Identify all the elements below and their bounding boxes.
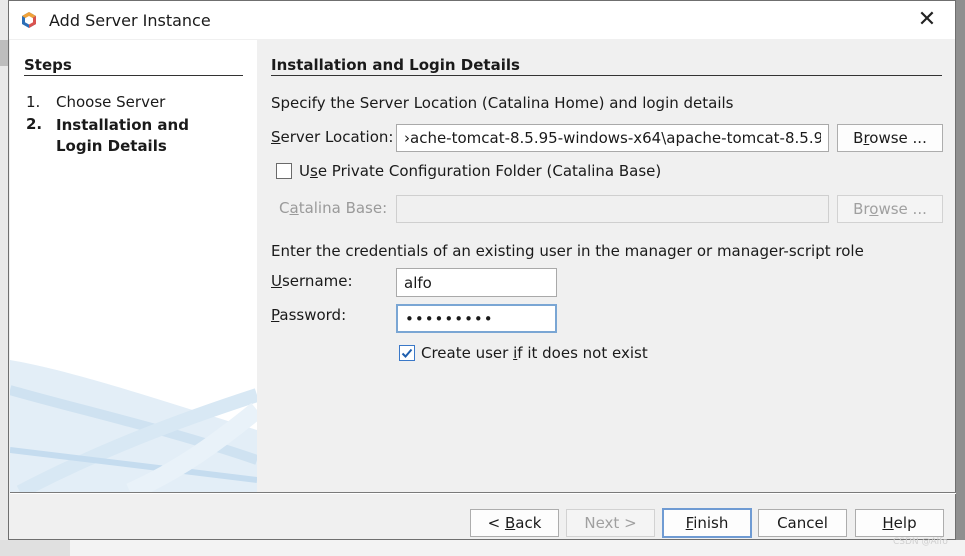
steps-panel: Steps 1. Choose Server 2. Installation a… [10, 40, 257, 492]
label-text: ack [515, 514, 542, 532]
label-text: sername: [281, 272, 353, 290]
mnemonic: B [504, 514, 516, 532]
cancel-button[interactable]: Cancel [758, 509, 847, 537]
private-config-checkbox[interactable] [276, 163, 292, 179]
mnemonic: a [289, 199, 299, 217]
window-title: Add Server Instance [49, 11, 211, 30]
background-bottom-bar [0, 540, 965, 556]
help-button[interactable]: Help [855, 509, 944, 537]
label-text: Cancel [777, 514, 828, 532]
step-number: 1. [26, 93, 41, 111]
label-text: talina Base: [298, 199, 388, 217]
mnemonic: H [882, 514, 894, 532]
section-divider [271, 75, 942, 76]
catalina-base-browse-button[interactable]: Browse ... [837, 195, 943, 223]
label-text: e Private Configuration Folder (Catalina… [317, 162, 662, 180]
watermark: CSDN @Alfo [893, 537, 948, 547]
step-label: Installation and Login Details [56, 116, 189, 155]
catalina-base-label: Catalina Base: [279, 199, 387, 217]
label-text: wse ... [878, 200, 927, 218]
netbeans-app-icon [22, 12, 36, 28]
steps-heading: Steps [24, 56, 72, 74]
checkmark-icon [401, 348, 413, 358]
label-text: Create user [421, 344, 514, 362]
mnemonic: s [309, 162, 318, 180]
decorative-swoosh-graphic [10, 360, 257, 492]
footer-divider-highlight [10, 493, 956, 494]
label-text: Br [853, 200, 870, 218]
location-description: Specify the Server Location (Catalina Ho… [271, 94, 734, 112]
next-button[interactable]: Next > [566, 509, 655, 537]
password-label: Password: [271, 306, 346, 324]
username-label: Username: [271, 272, 353, 290]
password-input[interactable] [396, 304, 557, 333]
server-location-input[interactable] [396, 124, 829, 152]
credentials-description: Enter the credentials of an existing use… [271, 242, 864, 260]
steps-divider [24, 75, 243, 76]
mnemonic: S [271, 128, 281, 146]
step-number: 2. [26, 115, 43, 133]
title-bar[interactable]: Add Server Instance ✕ [9, 1, 955, 39]
catalina-base-input[interactable] [396, 195, 829, 223]
server-location-browse-button[interactable]: Browse ... [837, 124, 943, 152]
server-location-label: Server Location: [271, 128, 393, 146]
background-bottom-segment [0, 540, 70, 556]
label-text: Next > [584, 514, 637, 532]
back-button[interactable]: < Back [470, 509, 559, 537]
label-text: B [853, 129, 864, 147]
label-text: < [487, 514, 505, 532]
add-server-dialog: Add Server Instance ✕ Steps 1. Choose Se… [8, 0, 956, 540]
close-icon[interactable]: ✕ [912, 7, 942, 33]
label-text: assword: [279, 306, 347, 324]
create-user-checkbox[interactable] [399, 345, 415, 361]
mnemonic: U [271, 272, 282, 290]
label-text: owse ... [869, 129, 927, 147]
label-text: C [279, 199, 290, 217]
label-text: inish [693, 514, 729, 532]
username-input[interactable] [396, 268, 557, 297]
finish-button[interactable]: Finish [662, 508, 752, 538]
label-text: erver Location: [280, 128, 394, 146]
label-text: elp [893, 514, 917, 532]
step-label: Choose Server [56, 93, 166, 111]
section-title: Installation and Login Details [271, 56, 520, 74]
label-text: f it does not exist [517, 344, 648, 362]
label-text: U [299, 162, 310, 180]
create-user-label[interactable]: Create user if it does not exist [421, 344, 648, 362]
private-config-label[interactable]: Use Private Configuration Folder (Catali… [299, 162, 661, 180]
